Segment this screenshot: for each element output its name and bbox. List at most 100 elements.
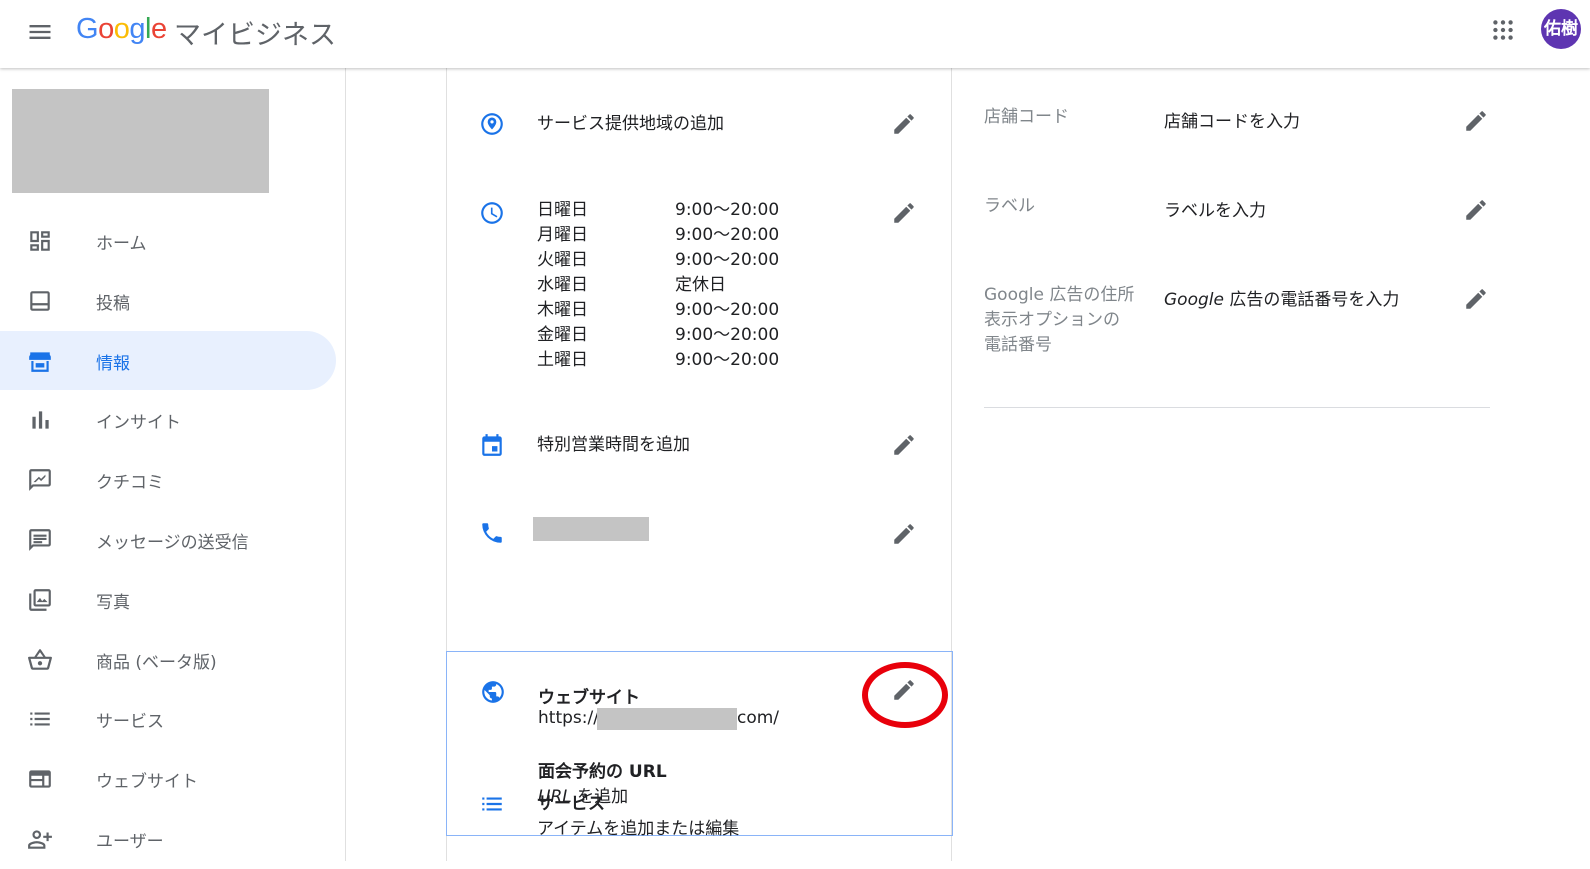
review-icon — [27, 467, 53, 493]
hours-day: 木曜日 — [537, 300, 588, 320]
hours-time: 9:00～20:00 — [675, 350, 780, 370]
sidebar-item-label: サービス — [96, 712, 164, 733]
edit-special-hours-button[interactable] — [891, 432, 917, 458]
sidebar-item-label: ウェブサイト — [96, 772, 198, 793]
add-user-icon — [27, 826, 53, 852]
hours-list[interactable]: 日曜日 9:00～20:00 月曜日 9:00～20:00 火曜日 9:00～20:0… — [537, 198, 779, 373]
hours-time: 9:00～20:00 — [675, 200, 780, 220]
google-logo[interactable]: Google — [76, 13, 167, 46]
sidebar-item-photos[interactable]: 写真 — [0, 570, 336, 630]
divider — [984, 407, 1490, 408]
edit-store-code-button[interactable] — [1463, 108, 1489, 134]
appointment-url-title: 面会予約の URL — [538, 762, 667, 782]
ads-phone-value-rest: 広告の電話番号を入力 — [1223, 290, 1400, 310]
menu-icon[interactable] — [26, 18, 54, 46]
phone-number-redacted[interactable] — [533, 517, 649, 541]
business-photo[interactable] — [12, 89, 269, 193]
sidebar-item-label: インサイト — [96, 413, 181, 434]
hours-line: 日曜日 9:00～20:00 — [537, 198, 779, 223]
hours-day: 水曜日 — [537, 275, 588, 295]
hours-time: 9:00～20:00 — [675, 225, 780, 245]
sidebar-item-products[interactable]: 商品 (ベータ版) — [0, 630, 336, 690]
sidebar: ホーム 投稿 情報 インサイト クチコミ メッセージの送受信 写真 商品 (ベー… — [0, 68, 346, 861]
location-pin-icon — [479, 111, 505, 137]
edit-phone-button[interactable] — [891, 521, 917, 547]
edit-ads-phone-button[interactable] — [1463, 286, 1489, 312]
hours-day: 金曜日 — [537, 325, 588, 345]
photo-library-icon — [27, 587, 53, 613]
ads-phone-value[interactable]: Google 広告の電話番号を入力 — [1164, 285, 1399, 310]
sidebar-item-label: 情報 — [96, 353, 130, 374]
logo-letter: o — [113, 13, 130, 45]
hours-line: 土曜日 9:00～20:00 — [537, 348, 779, 373]
ads-phone-label-line: 表示オプションの — [984, 310, 1120, 330]
hours-day: 土曜日 — [537, 350, 588, 370]
hours-time: 9:00～20:00 — [675, 250, 780, 270]
sidebar-item-messages[interactable]: メッセージの送受信 — [0, 510, 336, 570]
sidebar-item-label: メッセージの送受信 — [96, 532, 249, 553]
sidebar-item-label: 投稿 — [96, 293, 130, 314]
dashboard-icon — [27, 228, 53, 254]
clock-icon — [479, 200, 505, 226]
advanced-info-panel: 店舗コード 店舗コードを入力 ラベル ラベルを入力 Google 広告の住所 表… — [952, 68, 1590, 861]
sidebar-item-label: クチコミ — [96, 473, 164, 494]
sidebar-item-website[interactable]: ウェブサイト — [0, 749, 336, 809]
store-code-value[interactable]: 店舗コードを入力 — [1164, 107, 1300, 132]
store-code-label: 店舗コード — [984, 107, 1069, 127]
sidebar-item-posts[interactable]: 投稿 — [0, 271, 336, 331]
sidebar-item-users[interactable]: ユーザー — [0, 809, 336, 869]
hours-line: 水曜日 定休日 — [537, 273, 779, 298]
bar-chart-icon — [27, 407, 53, 433]
app-header: Google マイビジネス 佑樹 — [0, 0, 1590, 68]
ads-phone-label-line: 電話番号 — [984, 335, 1052, 355]
sidebar-item-label: 写真 — [96, 592, 130, 613]
storefront-icon — [27, 348, 53, 374]
list-icon — [479, 791, 505, 817]
ads-phone-label-line: Google 広告の住所 — [984, 285, 1135, 305]
sidebar-item-reviews[interactable]: クチコミ — [0, 450, 336, 510]
sidebar-item-info[interactable]: 情報 — [0, 330, 336, 391]
ads-phone-value-italic: Google — [1164, 290, 1224, 310]
hours-day: 火曜日 — [537, 250, 588, 270]
sidebar-item-home[interactable]: ホーム — [0, 211, 336, 271]
edit-service-area-button[interactable] — [891, 111, 917, 137]
business-info-panel: サービス提供地域の追加 日曜日 9:00～20:00 月曜日 9:00～20:00 … — [446, 68, 953, 861]
web-icon — [27, 766, 53, 792]
website-url-redacted — [597, 708, 737, 730]
highlight-circle — [862, 662, 948, 728]
hours-day: 月曜日 — [537, 225, 588, 245]
hours-line: 火曜日 9:00～20:00 — [537, 248, 779, 273]
labels-label: ラベル — [984, 196, 1035, 216]
apps-grid-icon[interactable] — [1490, 17, 1516, 43]
product-name: マイビジネス — [174, 20, 336, 51]
sidebar-item-label: ホーム — [96, 234, 147, 254]
ads-phone-label: Google 広告の住所 表示オプションの 電話番号 — [984, 283, 1134, 358]
globe-icon — [480, 679, 506, 705]
services-title: サービス — [537, 794, 605, 814]
list-icon — [27, 706, 53, 732]
website-url-prefix: https:// — [538, 708, 599, 728]
website-title: ウェブサイト — [538, 688, 640, 708]
hours-day: 日曜日 — [537, 200, 588, 220]
service-area-label[interactable]: サービス提供地域の追加 — [537, 109, 724, 134]
hours-time: 9:00～20:00 — [675, 300, 780, 320]
logo-letter: g — [129, 13, 145, 45]
special-hours-label[interactable]: 特別営業時間を追加 — [537, 430, 690, 455]
account-avatar[interactable]: 佑樹 — [1541, 9, 1581, 49]
labels-value[interactable]: ラベルを入力 — [1164, 196, 1266, 221]
sidebar-item-label: 商品 (ベータ版) — [96, 652, 217, 673]
logo-letter: e — [150, 13, 167, 45]
hours-line: 木曜日 9:00～20:00 — [537, 298, 779, 323]
phone-icon — [479, 520, 505, 546]
edit-labels-button[interactable] — [1463, 197, 1489, 223]
website-url-suffix: com/ — [737, 708, 780, 728]
sidebar-nav: ホーム 投稿 情報 インサイト クチコミ メッセージの送受信 写真 商品 (ベー… — [0, 211, 346, 869]
sidebar-item-insights[interactable]: インサイト — [0, 390, 336, 450]
logo-letter: G — [76, 13, 99, 45]
calendar-icon — [479, 432, 505, 458]
basket-icon — [27, 647, 53, 673]
sidebar-item-services[interactable]: サービス — [0, 689, 336, 749]
logo-letter: o — [98, 13, 114, 45]
sidebar-item-label: ユーザー — [96, 831, 164, 852]
edit-hours-button[interactable] — [891, 200, 917, 226]
